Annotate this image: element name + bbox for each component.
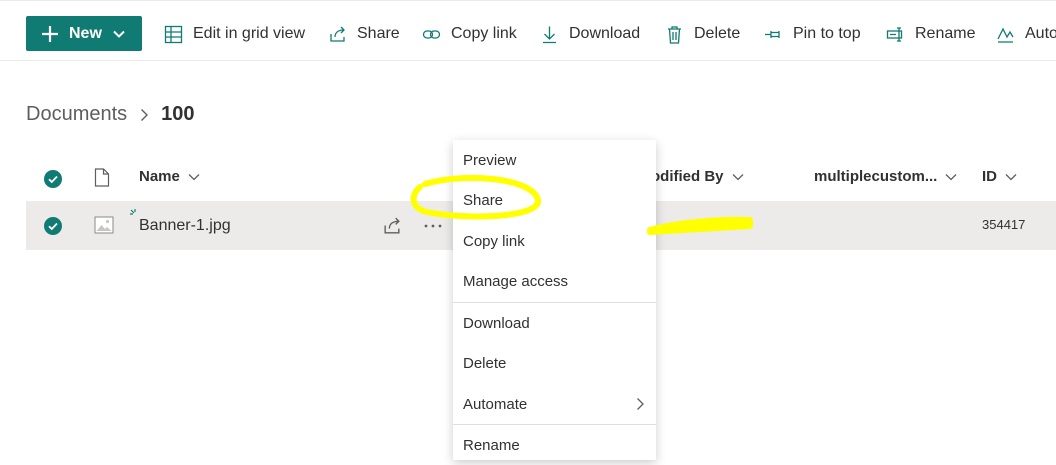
- menu-item-label: Delete: [463, 354, 507, 372]
- trash-icon: [668, 25, 681, 44]
- pin-to-top-command-button[interactable]: Pin to top: [764, 22, 861, 46]
- menu-item-share[interactable]: Share: [453, 180, 656, 220]
- column-id-label: ID: [982, 168, 997, 185]
- breadcrumb: Documents 100: [26, 103, 195, 126]
- menu-item-automate[interactable]: Automate: [453, 384, 656, 424]
- column-header-name[interactable]: Name: [139, 168, 201, 185]
- row-checkbox[interactable]: [44, 217, 62, 235]
- menu-item-label: Share: [463, 191, 504, 209]
- grid-icon: [164, 25, 183, 43]
- column-name-label: Name: [139, 168, 180, 185]
- chevron-down-icon: [1005, 173, 1017, 180]
- edit-grid-view-button[interactable]: Edit in grid view: [164, 22, 305, 46]
- menu-item-label: Manage access: [463, 272, 569, 290]
- pin-icon: [765, 30, 780, 38]
- checkmark-icon: [48, 175, 58, 184]
- chevron-down-icon: [113, 30, 125, 38]
- file-type-icon: [94, 168, 110, 187]
- menu-item-preview[interactable]: Preview: [453, 140, 656, 180]
- menu-item-delete[interactable]: Delete: [453, 343, 656, 383]
- download-command-label: Download: [569, 25, 641, 42]
- copy-link-command-button[interactable]: Copy link: [422, 22, 517, 46]
- breadcrumb-current: 100: [161, 103, 195, 125]
- menu-item-manage-access[interactable]: Manage access: [453, 261, 656, 301]
- menu-item-label: Download: [463, 314, 530, 332]
- menu-item-label: Copy link: [463, 232, 525, 250]
- rename-command-button[interactable]: Rename: [886, 22, 975, 46]
- row-file-name[interactable]: Banner-1.jpg: [139, 217, 231, 235]
- chevron-right-icon: [637, 398, 644, 410]
- chevron-down-icon: [945, 173, 957, 180]
- menu-item-label: Rename: [463, 436, 520, 454]
- chevron-right-icon: [141, 108, 149, 121]
- download-icon: [543, 26, 556, 43]
- menu-item-rename[interactable]: Rename: [453, 425, 656, 465]
- share-icon: [330, 26, 345, 42]
- column-header-modified-by[interactable]: odified By: [651, 168, 745, 185]
- share-icon[interactable]: [382, 216, 402, 236]
- command-bar: New Edit in grid view Share Copy link Do…: [0, 0, 1056, 61]
- menu-item-label: Preview: [463, 151, 517, 169]
- context-menu: Preview Share Copy link Manage access Do…: [453, 140, 656, 460]
- automate-command-label: Auto: [1025, 25, 1056, 42]
- column-custom-label: multiplecustom...: [814, 168, 938, 185]
- more-actions-icon[interactable]: [423, 223, 443, 229]
- delete-command-button[interactable]: Delete: [665, 22, 740, 46]
- plus-icon: [42, 25, 58, 42]
- new-button[interactable]: New: [26, 16, 142, 51]
- column-header-custom[interactable]: multiplecustom...: [814, 168, 958, 185]
- share-command-button[interactable]: Share: [328, 22, 400, 46]
- menu-item-label: Automate: [463, 395, 528, 413]
- share-command-label: Share: [357, 25, 400, 42]
- menu-item-download[interactable]: Download: [453, 303, 656, 343]
- column-modified-by-label: odified By: [651, 168, 724, 185]
- download-command-button[interactable]: Download: [540, 22, 640, 46]
- delete-command-label: Delete: [694, 25, 741, 42]
- pin-to-top-command-label: Pin to top: [793, 25, 861, 42]
- new-button-label: New: [69, 24, 102, 42]
- rename-icon: [886, 26, 903, 42]
- copy-link-command-label: Copy link: [451, 25, 517, 42]
- chevron-down-icon: [188, 173, 200, 180]
- select-all-checkbox[interactable]: [44, 170, 62, 188]
- link-icon: [422, 29, 441, 39]
- menu-item-copy-link[interactable]: Copy link: [453, 221, 656, 261]
- chevron-down-icon: [732, 173, 743, 180]
- checkmark-icon: [48, 222, 58, 231]
- breadcrumb-root[interactable]: Documents: [26, 103, 127, 126]
- edit-grid-view-label: Edit in grid view: [193, 25, 306, 42]
- column-header-id[interactable]: ID: [982, 168, 1018, 185]
- row-id: 354417: [982, 217, 1026, 232]
- image-file-icon: [94, 216, 114, 234]
- rename-command-label: Rename: [915, 25, 976, 42]
- automate-icon: [997, 27, 1014, 43]
- automate-command-button[interactable]: Auto: [996, 22, 1056, 46]
